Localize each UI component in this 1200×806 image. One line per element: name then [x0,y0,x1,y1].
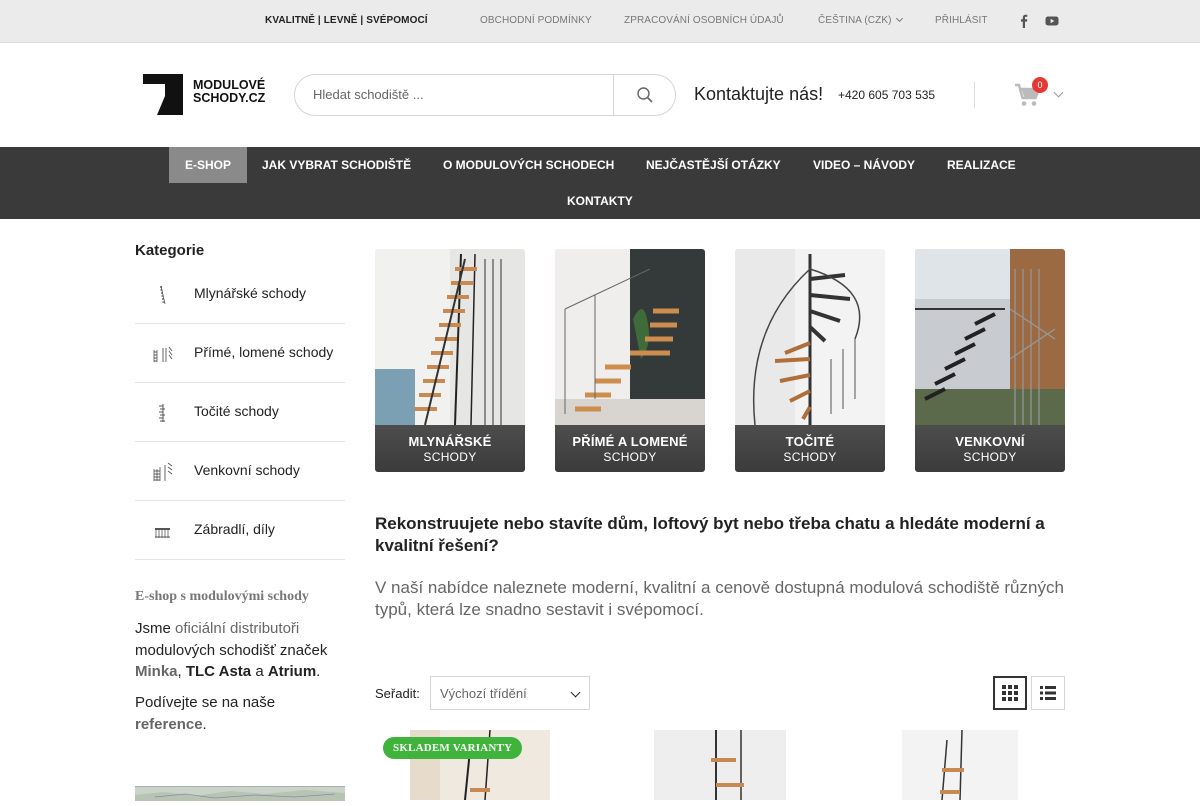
banner-title: PŘÍMÉ A LOMENÉ [572,434,688,449]
header-divider [974,82,975,108]
map-image[interactable] [135,786,345,801]
search-input[interactable] [313,87,603,102]
phone-link[interactable]: +420 605 703 535 [838,88,935,102]
category-label: Mlynářské schody [194,285,307,301]
references-link[interactable]: reference [135,716,203,733]
contact-title: Kontaktujte nás! [694,84,824,104]
logo-line1: MODULOVÉ [193,77,265,92]
text-fragment: Jsme [135,620,171,637]
grid-icon [1002,685,1018,701]
stairs-photo [735,249,885,426]
intro-text: V naší nabídce naleznete moderní, kvalit… [375,578,1064,619]
facebook-icon[interactable] [1017,14,1031,28]
stairs-photo [375,249,525,426]
category-straight[interactable]: Přímé, lomené schody [135,324,345,383]
text-fragment: Podívejte se na naše [135,694,276,711]
brand-tlc-asta: TLC Asta [185,663,252,680]
spiral-stairs-icon [159,404,165,422]
product-card-image[interactable] [902,730,1018,800]
sort-select[interactable]: Výchozí třídění [430,676,590,710]
grid-view-button[interactable] [993,676,1027,710]
stairs-icon [153,346,173,362]
sort-label: Seřadit: [375,686,420,701]
product-photo [902,730,1018,800]
distributor-text: Jsme oficiální distributoři modulových s… [135,620,328,680]
stairs-photo [555,249,705,425]
text-fragment: a [255,663,264,680]
category-label: Točité schody [194,403,279,419]
banner-spiral[interactable]: TOČITÉ SCHODY [735,249,885,472]
references-text: Podívejte se na naše reference. [135,694,276,733]
banner-title: VENKOVNÍ [955,434,1025,449]
banner-outdoor[interactable]: VENKOVNÍ SCHODY [915,249,1065,472]
railing-icon [155,528,170,538]
chevron-down-icon[interactable] [1053,87,1064,98]
site-logo[interactable]: MODULOVÉ SCHODY.CZ [143,74,268,116]
list-view-button[interactable] [1031,676,1065,710]
youtube-icon[interactable] [1045,14,1059,28]
banner-subtitle: SCHODY [423,450,477,464]
category-outdoor[interactable]: Venkovní schody [135,442,345,501]
nav-video-guides[interactable]: VIDEO – NÁVODY [797,147,931,183]
slogan: KVALITNĚ | LEVNĚ | SVÉPOMOCÍ [265,15,428,26]
eshop-title: E-shop s modulovými schody [135,589,309,604]
login-link[interactable]: PŘIHLÁSIT [935,15,988,26]
main-nav: E-SHOP JAK VYBRAT SCHODIŠTĚ O MODULOVÝCH… [0,147,1200,219]
banner-caption: MLYNÁŘSKÉ SCHODY [375,425,525,472]
banner-straight[interactable]: PŘÍMÉ A LOMENÉ SCHODY [555,249,705,472]
search-button[interactable] [614,75,676,115]
search-box [294,74,676,116]
category-railing[interactable]: Zábradlí, díly [135,501,345,560]
product-card-image[interactable] [616,730,825,800]
cart-count-badge: 0 [1032,77,1048,93]
stairs-photo [915,249,1065,425]
category-label: Přímé, lomené schody [194,344,334,360]
banner-title: MLYNÁŘSKÉ [408,434,492,449]
category-label: Zábradlí, díly [194,521,275,537]
category-spiral[interactable]: Točité schody [135,383,345,442]
product-photo [616,730,825,800]
banner-caption: PŘÍMÉ A LOMENÉ SCHODY [555,425,705,472]
nav-faq[interactable]: NEJČASTĚJŠÍ OTÁZKY [630,147,797,183]
search-icon [637,87,653,103]
language-selector[interactable]: ČEŠTINA (CZK) [818,15,902,26]
banner-subtitle: SCHODY [603,450,657,464]
banner-caption: VENKOVNÍ SCHODY [915,425,1065,472]
category-label: Venkovní schody [194,462,300,478]
banner-title: TOČITÉ [785,434,835,449]
brand-minka: Minka [135,663,178,680]
stairs-icon [160,285,166,305]
logo-line2: SCHODY.CZ [193,91,266,105]
banner-caption: TOČITÉ SCHODY [735,425,885,472]
banner-subtitle: SCHODY [963,450,1017,464]
list-icon [1040,686,1056,700]
banner-subtitle: SCHODY [783,450,837,464]
privacy-link[interactable]: ZPRACOVÁNÍ OSOBNÍCH ÚDAJŮ [624,15,784,26]
categories-title: Kategorie [135,242,205,259]
terms-link[interactable]: OBCHODNÍ PODMÍNKY [480,15,592,26]
intro-heading: Rekonstruujete nebo stavíte dům, loftový… [375,514,1045,555]
nav-about-modular[interactable]: O MODULOVÝCH SCHODECH [427,147,630,183]
outdoor-stairs-icon [153,462,173,481]
brand-atrium: Atrium [267,663,317,680]
top-bar: KVALITNĚ | LEVNĚ | SVÉPOMOCÍ OBCHODNÍ PO… [0,0,1200,43]
text-fragment: modulových schodišť značek [135,641,328,659]
nav-eshop[interactable]: E-SHOP [169,147,248,183]
nav-realizations[interactable]: REALIZACE [931,147,1032,183]
nav-how-to-choose[interactable]: JAK VYBRAT SCHODIŠTĚ [246,147,427,183]
text-fragment: oficiální distributoři [175,620,300,637]
category-mlynarske[interactable]: Mlynářské schody [135,265,345,324]
stock-badge: SKLADEM VARIANTY [383,737,523,759]
banner-mlynarske[interactable]: MLYNÁŘSKÉ SCHODY [375,249,525,472]
nav-contacts[interactable]: KONTAKTY [551,183,649,219]
